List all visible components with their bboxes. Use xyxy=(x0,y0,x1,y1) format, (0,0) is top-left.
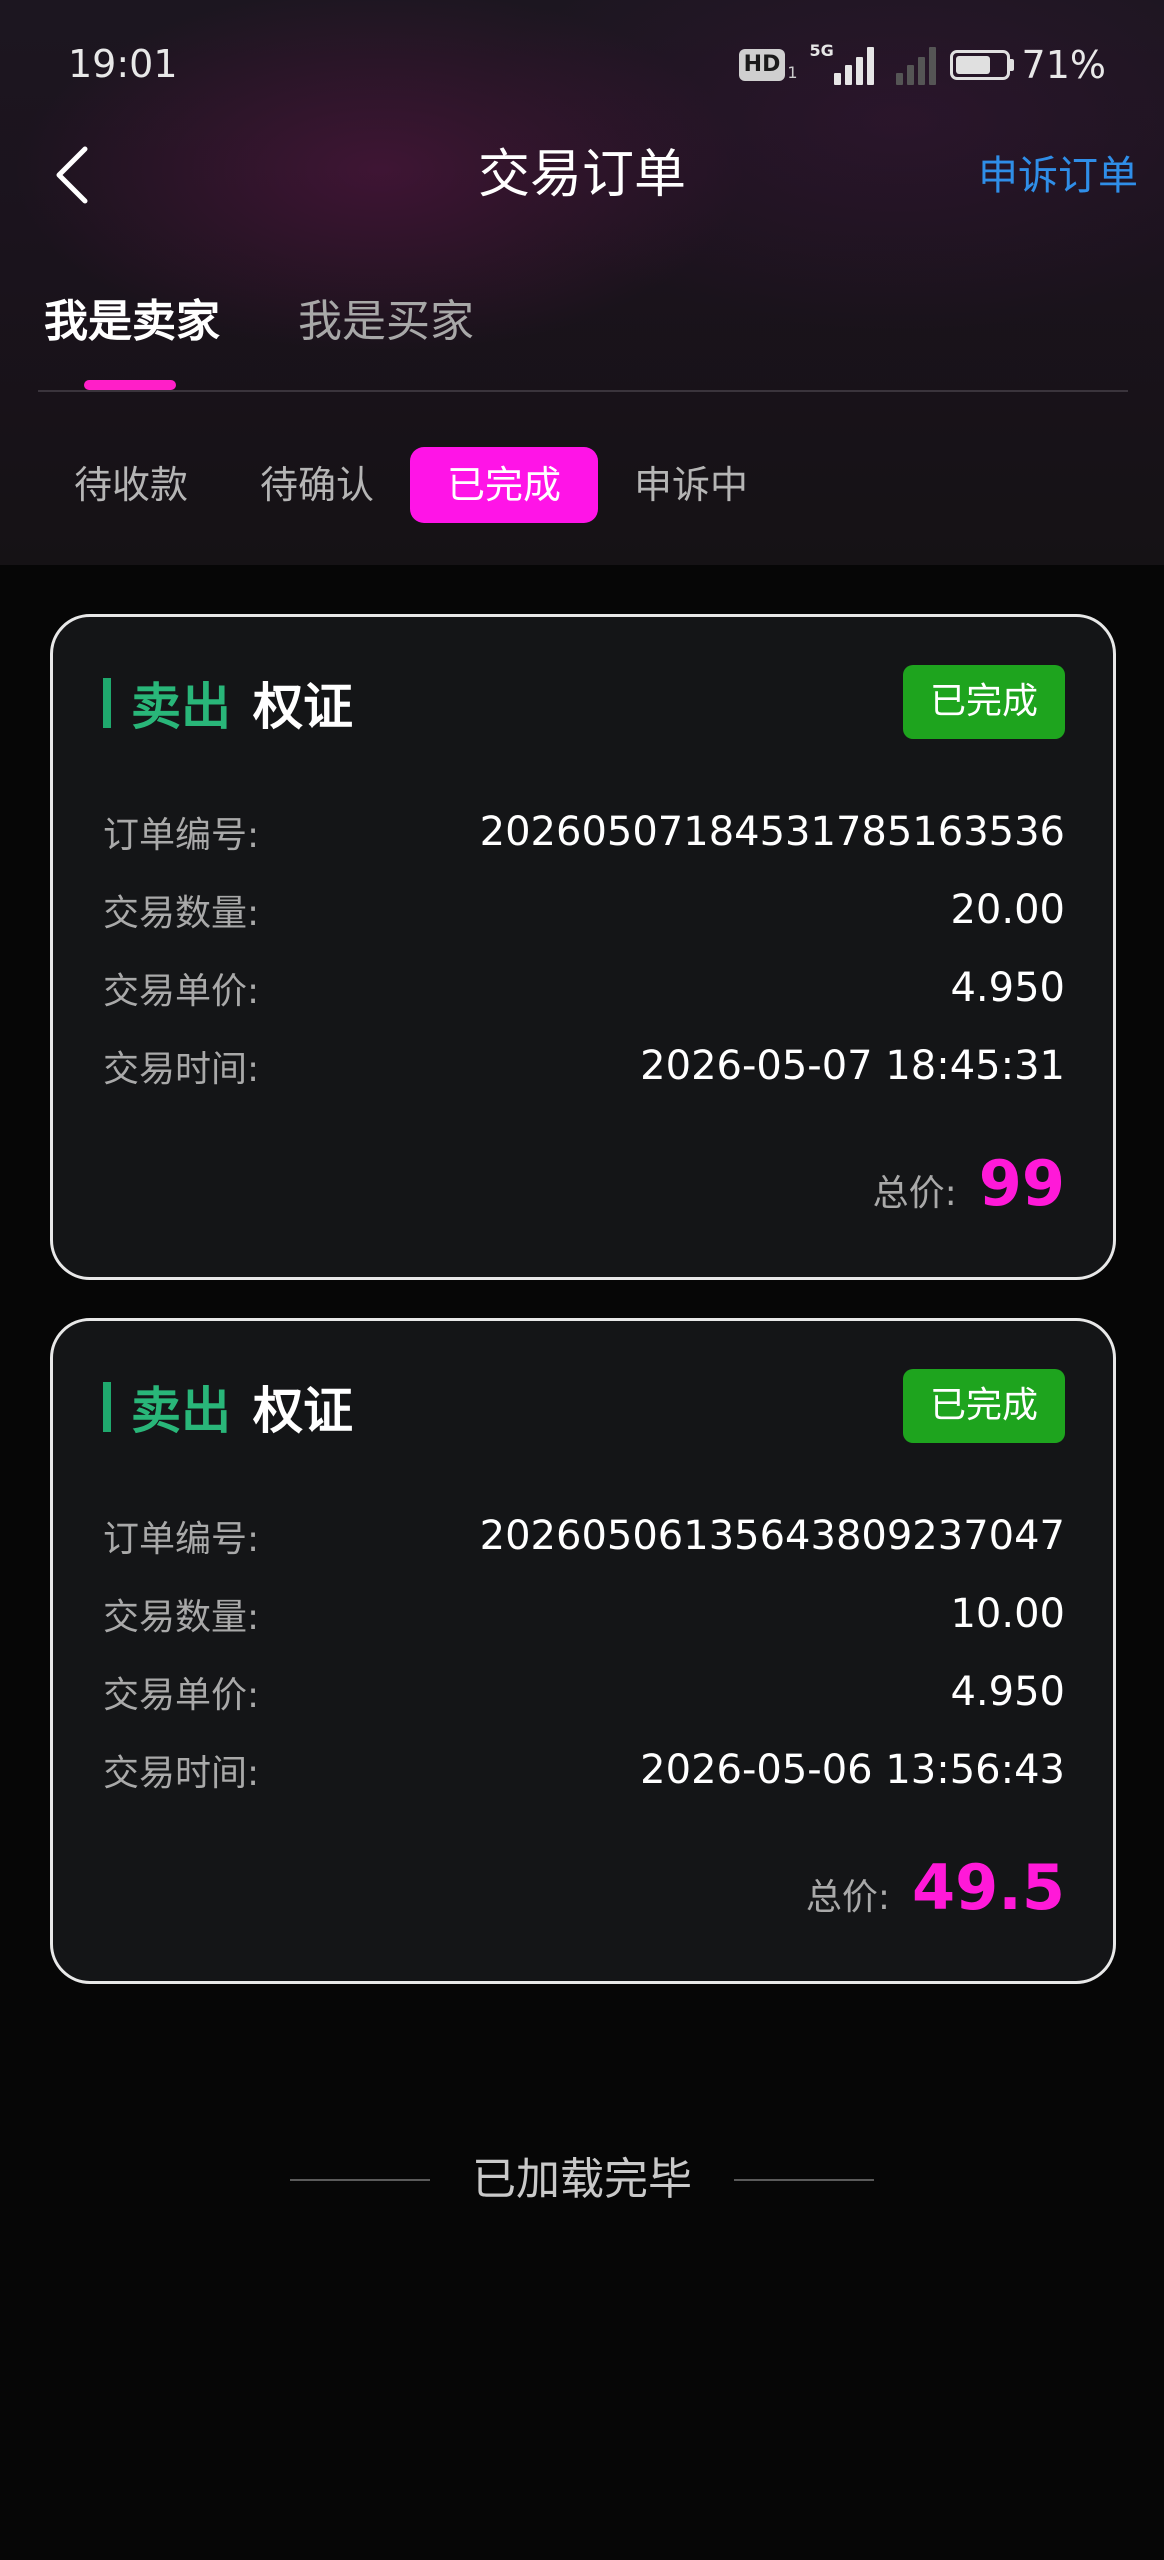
signal-sim2-icon xyxy=(888,45,936,85)
trade-time-row: 交易时间: 2026-05-06 13:56:43 xyxy=(103,1743,1065,1797)
hd-label: HD xyxy=(738,49,786,81)
end-of-list-text: 已加载完毕 xyxy=(472,2154,692,2205)
tabs-divider xyxy=(38,390,1128,392)
signal-5g-icon: 5G xyxy=(810,41,874,85)
unit-price-label: 交易单价: xyxy=(103,1675,260,1716)
order-number-label: 订单编号: xyxy=(103,1519,260,1560)
order-number-value: 20260506135643809237047 xyxy=(479,1513,1065,1559)
total-value: 49.5 xyxy=(912,1851,1065,1924)
total-value: 99 xyxy=(978,1147,1065,1220)
appeal-orders-link[interactable]: 申诉订单 xyxy=(978,148,1138,204)
accent-bar xyxy=(103,1382,111,1432)
battery-fill xyxy=(955,56,990,74)
active-tab-indicator xyxy=(84,380,176,390)
status-indicators: HD 1 5G 71% xyxy=(738,41,1106,88)
order-card[interactable]: 卖出 权证 已完成 订单编号: 202605071845317851635​36… xyxy=(50,614,1116,1280)
tab-buyer[interactable]: 我是买家 xyxy=(298,292,474,352)
quantity-value: 20.00 xyxy=(950,887,1065,933)
order-header: 卖出 权证 xyxy=(103,1377,353,1440)
unit-price-row: 交易单价: 4.950 xyxy=(103,1665,1065,1719)
trade-time-row: 交易时间: 2026-05-07 18:45:31 xyxy=(103,1039,1065,1093)
quantity-row: 交易数量: 20.00 xyxy=(103,883,1065,937)
order-asset: 权证 xyxy=(253,1382,353,1440)
total-label: 总价: xyxy=(805,1877,891,1918)
status-filter-bar: 待收款 待确认 已完成 申诉中 xyxy=(0,445,1164,525)
unit-price-value: 4.950 xyxy=(950,1669,1065,1715)
order-side: 卖出 xyxy=(131,678,231,736)
total-row: 总价: 49.5 xyxy=(806,1851,1065,1924)
unit-price-label: 交易单价: xyxy=(103,971,260,1012)
total-row: 总价: 99 xyxy=(873,1147,1065,1220)
quantity-label: 交易数量: xyxy=(103,893,260,934)
quantity-label: 交易数量: xyxy=(103,1597,260,1638)
accent-bar xyxy=(103,678,111,728)
order-side: 卖出 xyxy=(131,1382,231,1440)
trade-time-label: 交易时间: xyxy=(103,1049,260,1090)
status-badge: 已完成 xyxy=(903,1369,1065,1443)
filter-completed[interactable]: 已完成 xyxy=(410,447,598,523)
status-badge: 已完成 xyxy=(903,665,1065,739)
quantity-row: 交易数量: 10.00 xyxy=(103,1587,1065,1641)
filter-pending-payment[interactable]: 待收款 xyxy=(54,447,208,523)
hd-voice-icon: HD 1 xyxy=(738,49,798,82)
network-label: 5G xyxy=(809,41,834,60)
battery-percent: 71% xyxy=(1021,43,1106,87)
order-card[interactable]: 卖出 权证 已完成 订单编号: 20260506135643809237047 … xyxy=(50,1318,1116,1984)
trade-time-value: 2026-05-06 13:56:43 xyxy=(640,1747,1065,1793)
trade-time-label: 交易时间: xyxy=(103,1753,260,1794)
total-label: 总价: xyxy=(872,1173,957,1214)
status-bar: 19:01 HD 1 5G 71% xyxy=(0,0,1164,130)
battery-icon: 71% xyxy=(949,43,1106,87)
filter-in-appeal[interactable]: 申诉中 xyxy=(614,447,768,523)
order-number-row: 订单编号: 202605071845317851635​36 xyxy=(103,805,1065,859)
status-time: 19:01 xyxy=(68,42,178,86)
quantity-value: 10.00 xyxy=(950,1591,1065,1637)
trade-time-value: 2026-05-07 18:45:31 xyxy=(640,1043,1065,1089)
order-asset: 权证 xyxy=(253,678,353,736)
end-rule-right xyxy=(734,2179,874,2181)
order-number-row: 订单编号: 20260506135643809237047 xyxy=(103,1509,1065,1563)
end-of-list: 已加载完毕 xyxy=(0,2150,1164,2210)
role-tabs: 我是卖家 我是买家 xyxy=(0,280,1164,390)
filter-pending-confirm[interactable]: 待确认 xyxy=(240,447,394,523)
unit-price-row: 交易单价: 4.950 xyxy=(103,961,1065,1015)
unit-price-value: 4.950 xyxy=(950,965,1065,1011)
order-number-label: 订单编号: xyxy=(103,815,260,856)
order-number-value: 202605071845317851635​36 xyxy=(479,809,1065,855)
tab-seller[interactable]: 我是卖家 xyxy=(44,292,220,352)
order-header: 卖出 权证 xyxy=(103,673,353,736)
hd-sub-label: 1 xyxy=(787,62,798,82)
